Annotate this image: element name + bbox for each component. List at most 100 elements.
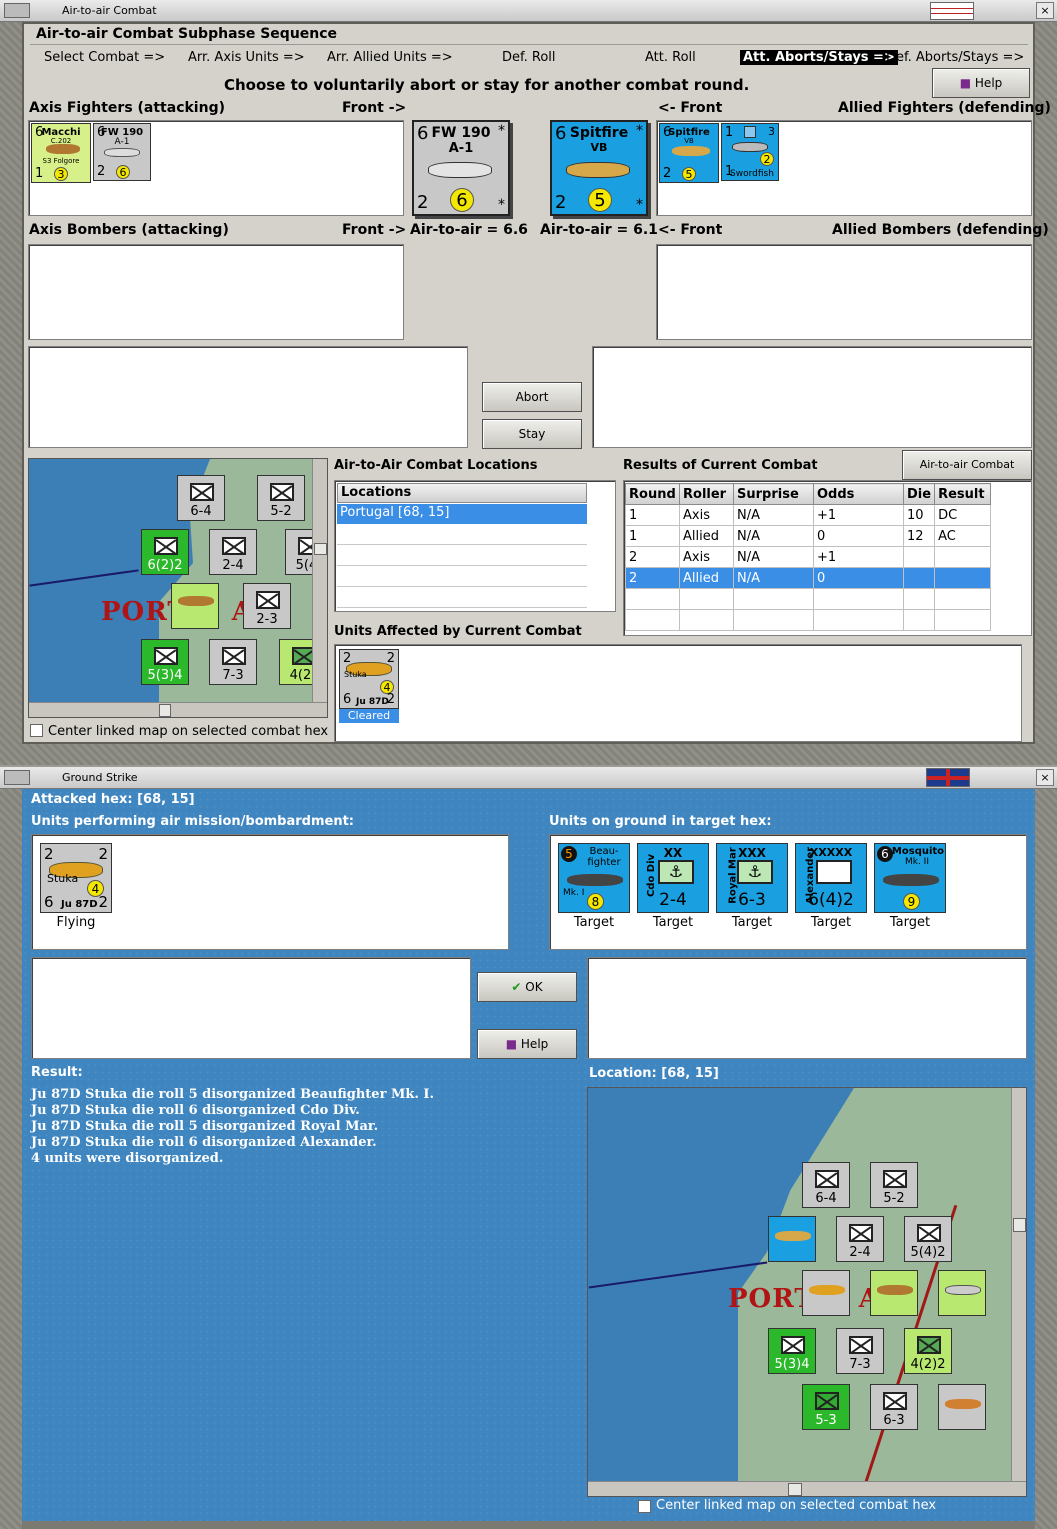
- center-map-checkbox[interactable]: [638, 1500, 651, 1513]
- ground-strike-window: Ground Strike × Attacked hex: [68, 15] U…: [0, 767, 1057, 1529]
- mosquito-counter[interactable]: 6 Mosquito Mk. II 9: [874, 843, 946, 913]
- unit-strength: 5(3)4: [147, 668, 183, 683]
- map-unit[interactable]: 6-3: [870, 1384, 918, 1430]
- map-unit[interactable]: 5(3)4: [141, 639, 189, 685]
- scroll-thumb[interactable]: [788, 1483, 802, 1496]
- map-unit[interactable]: 6-4: [177, 475, 225, 521]
- spitfire-counter[interactable]: 6 Spitfire VB 2 5: [659, 123, 719, 183]
- map-vscrollbar[interactable]: [1011, 1088, 1026, 1481]
- map-hscrollbar[interactable]: [29, 702, 327, 717]
- stuka-counter[interactable]: 2 2 Stuka 4 6 Ju 87D 2: [40, 843, 112, 913]
- infantry-icon: [190, 483, 214, 501]
- seq-step-7: Def. Aborts/Stays =>: [886, 50, 1025, 65]
- front-left-label: <- Front: [658, 100, 723, 116]
- royal-mar-counter[interactable]: XXX Royal Mar ⚓ 6-3: [716, 843, 788, 913]
- map-unit[interactable]: 4(2)2: [904, 1328, 952, 1374]
- unit-sub: Mk. II: [904, 857, 929, 867]
- close-icon[interactable]: ×: [1036, 2, 1054, 19]
- unit-strength: 2-4: [222, 558, 244, 573]
- scroll-thumb[interactable]: [314, 543, 327, 555]
- map-air-unit[interactable]: [171, 583, 219, 629]
- plane-icon: [732, 142, 768, 152]
- hq-icon: [883, 1170, 907, 1188]
- table-row-selected[interactable]: 2 Allied N/A 0: [625, 567, 991, 589]
- map-air-unit[interactable]: [870, 1270, 918, 1316]
- map-hscrollbar[interactable]: [588, 1481, 1026, 1496]
- close-icon[interactable]: ×: [1036, 769, 1054, 786]
- unit-strength: 7-3: [849, 1357, 871, 1372]
- infantry-icon: [815, 1170, 839, 1188]
- cell: [902, 567, 936, 589]
- map-air-unit[interactable]: [938, 1270, 986, 1316]
- scroll-thumb[interactable]: [1013, 1218, 1026, 1232]
- air-combat-chart-button[interactable]: Air-to-air Combat Chart: [902, 450, 1032, 499]
- map-unit[interactable]: 5-2: [257, 475, 305, 521]
- axis-air-to-air-value: Air-to-air = 6.6: [410, 222, 528, 238]
- target-caption: Target: [889, 915, 931, 930]
- axis-fighters-box: 6 Macchi C.202 S3 Folgore 1 3 6 FW 190 A…: [28, 120, 404, 216]
- macchi-counter[interactable]: 6 Macchi C.202 S3 Folgore 1 3: [31, 123, 91, 183]
- right-frame: [1035, 789, 1057, 1529]
- move-circle: 2: [760, 152, 774, 166]
- map-unit[interactable]: 2-3: [243, 583, 291, 629]
- axis-bombers-label: Axis Bombers (attacking): [29, 222, 229, 238]
- infantry-icon: [917, 1336, 941, 1354]
- range-value: 6: [44, 893, 54, 911]
- unit-strength: 2-4: [849, 1245, 871, 1260]
- map-air-unit[interactable]: [802, 1270, 850, 1316]
- fw190-counter[interactable]: 6 FW 190 A-1 2 6: [93, 123, 151, 181]
- location-map[interactable]: PORTA 6-4 5-2 2-4 5(4)2 5(3)4 7-3 4(2)2 …: [587, 1087, 1027, 1497]
- map-unit[interactable]: 5-2: [870, 1162, 918, 1208]
- col-surprise: Surprise: [733, 483, 814, 505]
- map-unit[interactable]: 6-4: [802, 1162, 850, 1208]
- results-header-row: Round Roller Surprise Odds Die Result: [625, 483, 991, 505]
- front-allied-fighter[interactable]: 6 * Spitfire VB 2 5 *: [550, 120, 648, 216]
- unit-strength: 5-3: [815, 1413, 837, 1428]
- help-button[interactable]: ■ Help: [932, 68, 1030, 98]
- help-button[interactable]: ■ Help: [477, 1029, 577, 1059]
- locations-list[interactable]: Locations Portugal [68, 15]: [334, 480, 616, 612]
- empty-row: [625, 588, 991, 610]
- table-row[interactable]: 2 Axis N/A +1: [625, 546, 991, 568]
- map-unit[interactable]: 2-4: [209, 529, 257, 575]
- empty-row: [625, 609, 991, 631]
- map-unit[interactable]: 7-3: [209, 639, 257, 685]
- cdo-div-counter[interactable]: XX Cdo Div ⚓ 2-4: [637, 843, 709, 913]
- location-row-selected[interactable]: Portugal [68, 15]: [337, 504, 587, 524]
- center-map-checkbox[interactable]: [30, 724, 43, 737]
- map-unit[interactable]: 5(3)4: [768, 1328, 816, 1374]
- map-vscrollbar[interactable]: [312, 459, 327, 702]
- stuka-counter[interactable]: 2 2 Stuka 4 6 Ju 87D 2: [339, 649, 399, 709]
- map-unit[interactable]: 7-3: [836, 1328, 884, 1374]
- beaufighter-counter[interactable]: 5 Beau-fighter Mk. I 8: [558, 843, 630, 913]
- map-air-unit[interactable]: [938, 1384, 986, 1430]
- scroll-thumb[interactable]: [159, 704, 171, 717]
- map-unit[interactable]: 6(2)2: [141, 529, 189, 575]
- window-menu-icon[interactable]: [4, 770, 30, 785]
- unit-group: S3 Folgore: [42, 157, 80, 165]
- map-air-unit[interactable]: [768, 1216, 816, 1262]
- infantry-icon: [154, 537, 178, 555]
- seq-step-6-active: Att. Aborts/Stays =>: [740, 50, 898, 65]
- range-value: 6: [343, 692, 352, 707]
- window-menu-icon[interactable]: [4, 3, 30, 18]
- mini-map[interactable]: PORTA 6-4 5-2 6(2)2 2-4 5(4) 2-3 5(3)4 7…: [28, 458, 328, 718]
- table-row[interactable]: 1 Allied N/A 0 12 AC: [625, 525, 991, 547]
- unit-strength: 7-3: [222, 668, 244, 683]
- locations-title: Air-to-Air Combat Locations: [334, 458, 538, 473]
- col-round: Round: [625, 483, 680, 505]
- stay-button[interactable]: Stay: [482, 419, 582, 449]
- cell: Allied: [679, 567, 734, 589]
- map-unit[interactable]: 5-3: [802, 1384, 850, 1430]
- front-axis-fighter[interactable]: 6 * FW 190 A-1 2 6 *: [412, 120, 510, 216]
- map-unit[interactable]: 5(4)2: [904, 1216, 952, 1262]
- map-unit[interactable]: 2-4: [836, 1216, 884, 1262]
- table-row[interactable]: 1 Axis N/A +1 10 DC: [625, 504, 991, 526]
- plane-icon: [945, 1285, 981, 1295]
- swordfish-counter[interactable]: 1 3 2 1 Swordfish: [721, 123, 779, 181]
- abort-button[interactable]: Abort: [482, 382, 582, 412]
- front-right-label: Front ->: [342, 100, 407, 116]
- plane-icon: [672, 146, 710, 156]
- ok-button[interactable]: ✔ OK: [477, 972, 577, 1002]
- alexander-counter[interactable]: XXXXX Alexander 6(4)2: [795, 843, 867, 913]
